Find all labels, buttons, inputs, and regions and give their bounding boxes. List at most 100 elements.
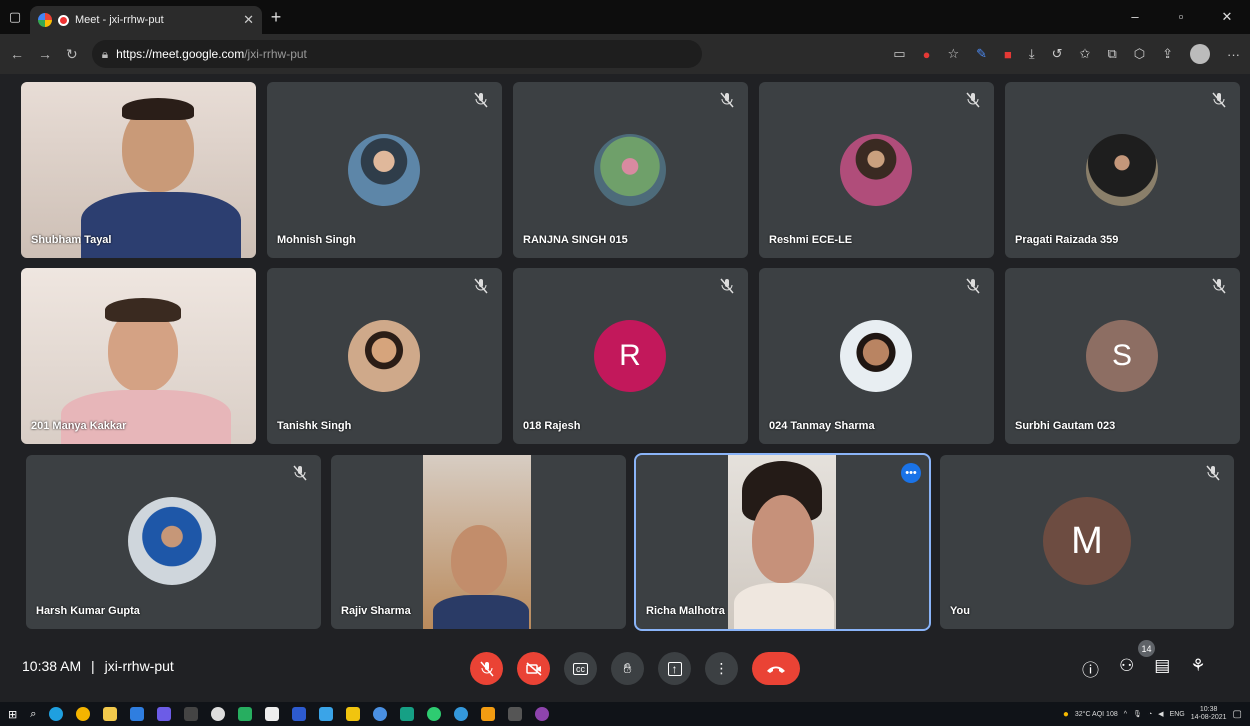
address-bar[interactable]: 🔒︎ https://meet.google.com/jxi-rrhw-put [91,40,702,68]
notifications-icon[interactable]: ▢ [1233,709,1242,720]
app-icon[interactable] [400,707,415,721]
weather-text: 32°C AQI 108 [1074,710,1118,718]
participant-tile[interactable]: RANJNA SINGH 015 [513,82,748,258]
raise-hand-button[interactable]: ✋︎ [611,652,644,685]
app-icon[interactable] [454,707,469,721]
search-icon[interactable]: ⌕ [30,708,36,721]
tray-wifi-icon[interactable]: ◔ [1148,711,1152,718]
tray-chevron-icon[interactable]: ^ [1124,711,1127,718]
participant-name: Rajiv Sharma [341,605,411,617]
tray-volume-icon[interactable]: ◀ [1158,710,1163,718]
captions-button[interactable]: cc [564,652,597,685]
avatar-initial: R [619,339,641,372]
self-tile[interactable]: M You [940,455,1234,629]
mail-icon[interactable] [130,707,145,721]
participant-tile[interactable]: S Surbhi Gautam 023 [1005,268,1240,444]
clock[interactable]: 10:38 14-08-2021 [1191,706,1227,722]
participant-video [21,268,256,444]
app-icon[interactable] [373,707,388,721]
more-options-button[interactable]: ⋮ [705,652,738,685]
close-window-button[interactable]: ✕ [1204,9,1250,25]
participant-tile[interactable]: Pragati Raizada 359 [1005,82,1240,258]
forward-icon[interactable]: → [38,46,52,62]
participant-tile[interactable]: 201 Manya Kakkar [21,268,256,444]
app-icon[interactable] [535,707,550,721]
participant-name: Pragati Raizada 359 [1015,234,1119,246]
app-icon[interactable] [157,707,172,721]
mic-off-icon [1212,92,1226,108]
activities-icon[interactable]: ⚘ [1190,656,1205,681]
present-screen-icon: ↑ [667,661,682,676]
reload-icon[interactable]: ↻ [66,46,78,63]
participant-tile[interactable]: Mohnish Singh [267,82,502,258]
tray-lang[interactable]: ENG [1170,711,1185,718]
participant-tile[interactable]: Harsh Kumar Gupta [26,455,321,629]
participant-tile[interactable]: Reshmi ECE-LE [759,82,994,258]
address-toolbar: ← → ↻ 🔒︎ https://meet.google.com/jxi-rrh… [0,34,1250,74]
people-icon[interactable]: ⚇ [1119,656,1134,681]
hang-up-icon [767,666,785,673]
participant-tile[interactable]: Tanishk Singh [267,268,502,444]
recording-icon [58,14,69,26]
start-icon[interactable]: ⊞ [8,708,17,721]
pen-extension-icon[interactable]: ✎ [976,46,987,62]
side-panel-controls: ⓘ ⚇ ▤ ⚘ [1082,656,1206,681]
more-menu-icon[interactable]: ··· [1227,47,1240,62]
new-tab-button[interactable]: + [262,7,290,28]
app-icon[interactable] [346,707,361,721]
refresh-extension-icon[interactable]: ↺ [1052,46,1063,62]
participant-name: Richa Malhotra [646,605,725,617]
collections-icon[interactable]: ⧉ [1107,46,1116,62]
camera-toggle-button[interactable] [517,652,550,685]
download-icon[interactable]: ⤓ [1029,46,1035,62]
app-icon[interactable] [292,707,307,721]
app-icon[interactable] [265,707,280,721]
meeting-code: jxi-rrhw-put [104,658,174,674]
chat-icon[interactable]: ▤ [1154,656,1170,681]
mic-toggle-button[interactable] [470,652,503,685]
participant-avatar [840,134,912,206]
app-icon[interactable] [427,707,442,721]
participant-tile[interactable]: R 018 Rajesh [513,268,748,444]
participant-name: Surbhi Gautam 023 [1015,420,1116,432]
favorites-icon[interactable]: ✩ [1080,46,1091,62]
maximize-button[interactable]: ▫ [1158,9,1204,25]
mic-off-icon [1206,465,1220,481]
close-tab-icon[interactable]: ✕ [243,12,254,28]
back-icon[interactable]: ← [10,46,24,62]
participant-avatar [1086,134,1158,206]
store-icon[interactable] [103,707,118,721]
participant-name: 201 Manya Kakkar [31,420,127,432]
participant-tile[interactable]: Rajiv Sharma [331,455,626,629]
participant-tile[interactable]: 024 Tanmay Sharma [759,268,994,444]
participant-name: Shubham Tayal [31,234,112,246]
favorite-add-icon[interactable]: ☆ [947,46,959,62]
vertical-dots-icon: ⋮ [714,660,729,676]
chrome-icon[interactable] [76,707,91,721]
profile-avatar[interactable] [1190,44,1210,64]
extensions-icon[interactable]: ⬡ [1134,46,1145,62]
participant-tile[interactable]: Shubham Tayal [21,82,256,258]
app-icon[interactable] [508,707,523,721]
app-icon[interactable] [184,707,199,721]
red-extension-icon[interactable]: ■ [1004,47,1012,62]
minimize-button[interactable]: – [1112,9,1158,25]
meeting-details-icon[interactable]: ⓘ [1082,656,1099,681]
participant-name: RANJNA SINGH 015 [523,234,628,246]
app-icon[interactable] [211,707,226,721]
leave-call-button[interactable] [752,652,800,685]
app-icon[interactable] [319,707,334,721]
camera-blocked-icon[interactable]: ● [923,47,931,62]
app-icon[interactable] [238,707,253,721]
window-menu-icon[interactable]: ▢ [0,0,30,34]
avatar-initial: M [1071,519,1103,562]
app-icon[interactable] [481,707,496,721]
browser-tab[interactable]: Meet - jxi-rrhw-put ✕ [30,6,262,34]
present-button[interactable]: ↑ [658,652,691,685]
participant-tile-active[interactable]: ••• Richa Malhotra [634,453,931,631]
camera-icon[interactable]: ▭ [893,46,905,62]
participant-initial-avatar: R [594,320,666,392]
more-options-button[interactable]: ••• [901,463,921,483]
edge-icon[interactable] [49,707,64,721]
share-icon[interactable]: ⇪ [1162,46,1173,62]
